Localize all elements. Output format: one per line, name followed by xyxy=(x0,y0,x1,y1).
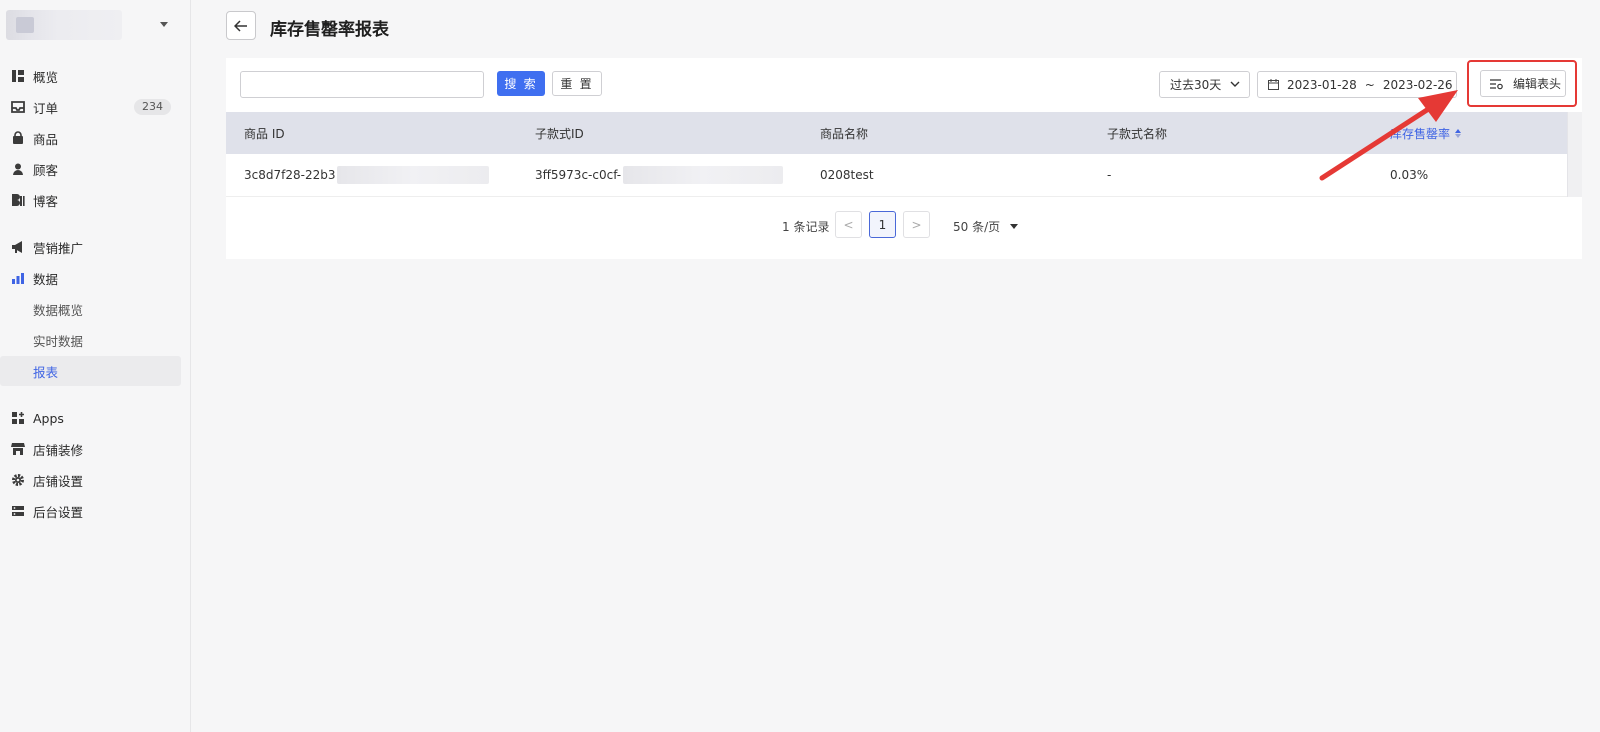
sidebar-item-label: 顾客 xyxy=(33,162,59,178)
annotation-arrow xyxy=(1319,90,1458,181)
column-header-variant-name: 子款式名称 xyxy=(1107,126,1168,141)
sidebar-item-label: 报表 xyxy=(33,364,59,380)
sidebar-item-label: 店铺装修 xyxy=(33,442,84,458)
sidebar-item-label: 商品 xyxy=(33,131,59,147)
sidebar-item-overview[interactable]: 概览 xyxy=(0,61,181,91)
storefront-icon xyxy=(11,442,25,456)
overview-icon xyxy=(11,69,25,83)
pagination-total: 1 条记录 xyxy=(782,220,830,234)
sidebar-subitem-realtime-data[interactable]: 实时数据 xyxy=(0,325,181,355)
pagination-page-1[interactable]: 1 xyxy=(869,211,896,238)
search-input[interactable] xyxy=(240,71,484,98)
page-size-value: 50 条/页 xyxy=(953,220,1001,234)
calendar-icon xyxy=(1268,79,1279,90)
sidebar-item-apps[interactable]: Apps xyxy=(0,403,181,433)
range-select-value: 过去30天 xyxy=(1170,78,1222,92)
sidebar-item-label: 营销推广 xyxy=(33,240,84,256)
order-count-badge: 234 xyxy=(134,99,171,115)
table-scrollbar[interactable] xyxy=(1567,112,1582,197)
server-icon xyxy=(11,504,25,518)
sidebar-item-label: 实时数据 xyxy=(33,333,84,349)
sidebar-item-data[interactable]: 数据 xyxy=(0,263,181,293)
sidebar-item-label: Apps xyxy=(33,410,64,426)
sidebar-item-blog[interactable]: 博客 xyxy=(0,185,181,215)
sidebar-item-label: 后台设置 xyxy=(33,504,84,520)
cell-variant-id: 3ff5973c-c0cf- xyxy=(535,154,784,196)
user-icon xyxy=(11,162,25,176)
column-header-product-id: 商品 ID xyxy=(244,126,285,141)
sidebar-subitem-data-overview[interactable]: 数据概览 xyxy=(0,294,181,324)
chevron-down-icon xyxy=(1230,81,1240,87)
sidebar-item-label: 数据 xyxy=(33,271,59,287)
cell-product-id: 3c8d7f28-22b3 xyxy=(244,154,490,196)
sidebar-item-store-design[interactable]: 店铺装修 xyxy=(0,434,181,464)
pagination-prev-button[interactable]: < xyxy=(835,211,862,238)
store-logo xyxy=(16,17,34,33)
blog-icon xyxy=(11,193,25,207)
sidebar-item-customers[interactable]: 顾客 xyxy=(0,154,181,184)
cell-text: 3ff5973c-c0cf- xyxy=(535,168,622,182)
cell-text: 3c8d7f28-22b3 xyxy=(244,168,336,182)
redacted-text xyxy=(623,166,784,184)
sidebar-item-label: 订单 xyxy=(33,100,59,116)
search-button[interactable]: 搜 索 xyxy=(497,71,545,96)
pagination-next-button[interactable]: > xyxy=(903,211,930,238)
page-title: 库存售罄率报表 xyxy=(270,20,389,40)
arrow-left-icon xyxy=(234,19,247,32)
cell-variant-name: - xyxy=(1107,168,1112,182)
inbox-icon xyxy=(11,100,25,114)
sidebar: 概览 订单 234 商品 顾客 博客 营销推广 数据 数据概览 实时数据 报表 … xyxy=(0,0,191,732)
reset-button[interactable]: 重 置 xyxy=(552,71,602,96)
store-switcher[interactable] xyxy=(6,10,122,40)
sidebar-item-label: 概览 xyxy=(33,69,59,85)
sidebar-item-admin-settings[interactable]: 后台设置 xyxy=(0,496,181,526)
column-header-variant-id: 子款式ID xyxy=(535,126,584,141)
page-size-select[interactable]: 50 条/页 xyxy=(953,218,1019,235)
column-settings-icon xyxy=(1489,78,1503,90)
bag-icon xyxy=(11,131,25,145)
apps-icon xyxy=(11,411,25,425)
column-header-product-name: 商品名称 xyxy=(820,126,869,141)
caret-down-icon xyxy=(1010,224,1019,229)
cell-product-name: 0208test xyxy=(820,168,874,182)
sidebar-item-products[interactable]: 商品 xyxy=(0,123,181,153)
edit-table-header-label: 编辑表头 xyxy=(1513,77,1562,91)
sidebar-item-label: 店铺设置 xyxy=(33,473,84,489)
date-range-preset-select[interactable]: 过去30天 xyxy=(1159,71,1250,98)
sidebar-item-label: 博客 xyxy=(33,193,59,209)
sidebar-item-orders[interactable]: 订单 234 xyxy=(0,92,181,122)
bar-chart-icon xyxy=(11,271,25,285)
sidebar-subitem-reports[interactable]: 报表 xyxy=(0,356,181,386)
sidebar-item-marketing[interactable]: 营销推广 xyxy=(0,232,181,262)
sidebar-item-label: 数据概览 xyxy=(33,302,84,318)
megaphone-icon xyxy=(11,240,25,254)
chevron-down-icon[interactable] xyxy=(160,22,168,27)
back-button[interactable] xyxy=(226,11,256,40)
edit-table-header-button[interactable]: 编辑表头 xyxy=(1480,70,1566,97)
sidebar-item-store-settings[interactable]: 店铺设置 xyxy=(0,465,181,495)
redacted-text xyxy=(337,166,490,184)
gear-icon xyxy=(11,473,25,487)
